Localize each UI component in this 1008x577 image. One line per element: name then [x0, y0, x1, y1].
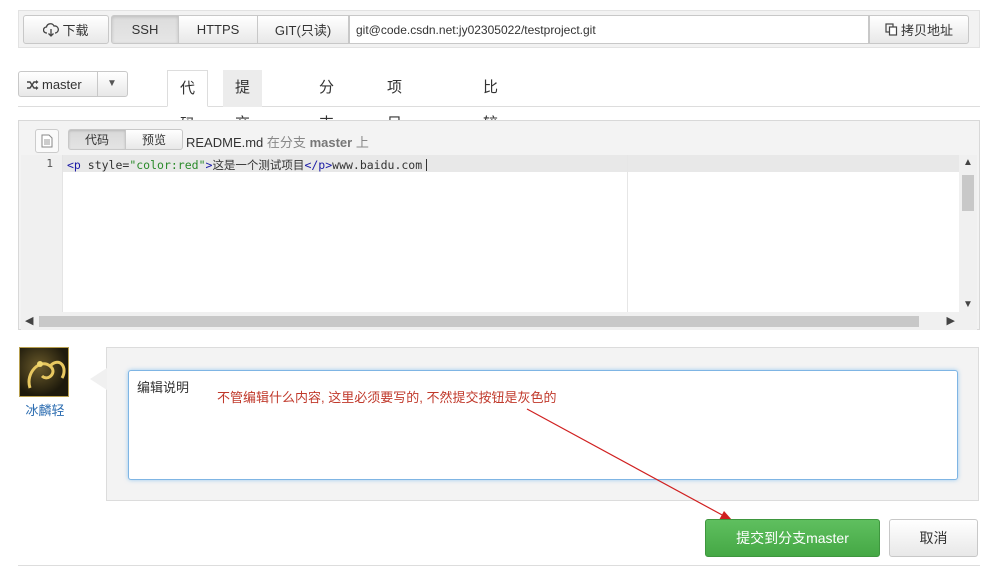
shuffle-icon: [27, 80, 39, 90]
clone-bar: 下载 SSH HTTPS GIT(只读) 拷贝地址: [18, 10, 980, 48]
document-icon: [35, 129, 59, 153]
tab-branches[interactable]: 分支 1: [307, 70, 346, 168]
horizontal-scrollbar[interactable]: ◀ ▶: [21, 312, 959, 330]
download-button[interactable]: 下载: [23, 15, 109, 44]
branch-name-info: master: [309, 135, 353, 150]
editor-toolbar: 代码 预览 README.md 在分支 master 上: [19, 121, 979, 157]
file-name: README.md: [186, 135, 264, 150]
annotation-note: 不管编辑什么内容, 这里必须要写的, 不然提交按钮是灰色的: [217, 390, 557, 405]
mode-preview-button[interactable]: 预览: [125, 129, 183, 150]
code-attr-value: "color:red": [129, 158, 206, 172]
code-trailing: www.baidu.com: [332, 158, 423, 172]
branch-prefix: 在分支: [266, 135, 306, 150]
tab-compare[interactable]: 比较: [471, 70, 510, 132]
code-attr: style=: [80, 158, 130, 172]
branch-name: master: [42, 77, 82, 92]
protocol-https-button[interactable]: HTTPS: [178, 15, 258, 44]
copy-icon: [885, 23, 898, 36]
protocol-ssh-button[interactable]: SSH: [111, 15, 179, 44]
code-open-tag: <p: [67, 158, 81, 172]
line-gutter: 1: [21, 155, 63, 330]
code-close-tag: </p>: [304, 158, 333, 172]
branch-selector[interactable]: master ▼: [18, 71, 128, 97]
commit-panel-pointer: [90, 368, 107, 390]
user-name[interactable]: 冰麟轻: [19, 400, 71, 419]
code-line[interactable]: <p style="color:red">这是一个测试项目</p>www.bai…: [67, 157, 428, 173]
scroll-left-icon[interactable]: ◀: [25, 314, 33, 327]
mode-code-button[interactable]: 代码: [68, 129, 126, 150]
download-label: 下载: [62, 23, 89, 38]
vertical-scroll-thumb[interactable]: [962, 175, 974, 211]
copy-url-label: 拷贝地址: [900, 23, 953, 38]
cancel-button[interactable]: 取消: [889, 519, 978, 557]
file-editor: 代码 预览 README.md 在分支 master 上 1 <p style=…: [18, 120, 980, 330]
copy-url-button[interactable]: 拷贝地址: [869, 15, 969, 44]
code-text: 这是一个测试项目: [212, 158, 305, 172]
text-cursor: [426, 159, 428, 171]
scroll-up-icon[interactable]: ▲: [959, 157, 977, 168]
tab-tags[interactable]: 项目标签 0: [375, 70, 414, 240]
scroll-right-icon[interactable]: ▶: [947, 314, 955, 327]
branch-selector-label: master: [27, 77, 82, 92]
caret-down-icon[interactable]: ▼: [107, 78, 117, 89]
horizontal-scroll-thumb[interactable]: [39, 316, 919, 327]
file-info: README.md 在分支 master 上: [186, 132, 369, 151]
bottom-divider: [18, 565, 980, 566]
branch-selector-divider: [97, 72, 98, 96]
vertical-scrollbar[interactable]: ▲ ▼: [959, 155, 977, 312]
scrollbar-corner: [959, 312, 977, 330]
tab-code[interactable]: 代码: [167, 70, 209, 133]
print-margin: [627, 155, 628, 330]
clone-url-input[interactable]: [349, 15, 869, 44]
code-area[interactable]: 1 <p style="color:red">这是一个测试项目</p>www.b…: [21, 155, 977, 330]
protocol-git-readonly-button[interactable]: GIT(只读): [257, 15, 349, 44]
branch-suffix: 上: [355, 135, 369, 150]
line-number: 1: [46, 157, 53, 170]
tab-commit-history[interactable]: 提交历史: [223, 70, 263, 204]
cloud-download-icon: [43, 22, 60, 37]
scroll-down-icon[interactable]: ▼: [959, 299, 977, 310]
commit-submit-button[interactable]: 提交到分支master: [705, 519, 880, 557]
avatar[interactable]: [19, 347, 69, 397]
